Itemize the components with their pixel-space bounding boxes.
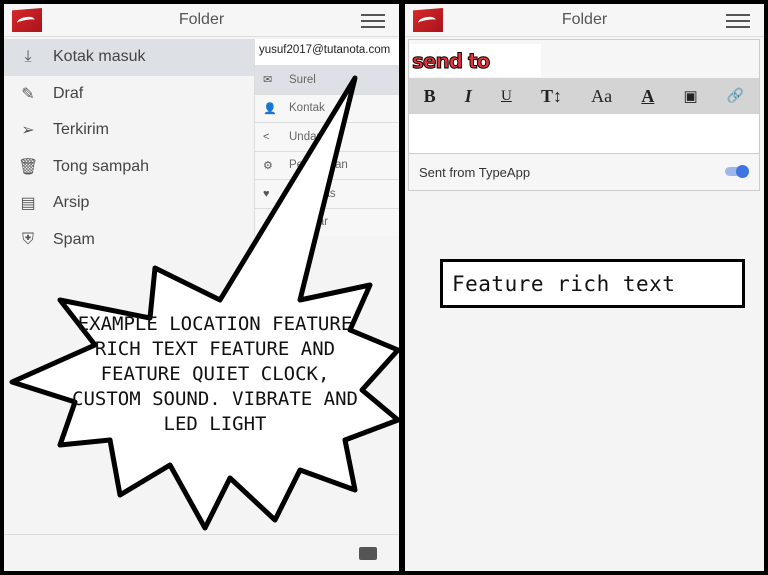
drawer-label: ar [289,216,328,229]
signature-toggle[interactable] [725,165,749,178]
inbox-icon: ⤓ [24,48,32,66]
nav-label: Kotak masuk [53,48,146,66]
archive-icon: ▤ [20,195,36,213]
drawer-item[interactable]: 👤 Kontak [255,93,399,123]
drawer-label: Surel [289,73,316,86]
format-button[interactable]: I [465,86,472,107]
caption-box: Feature rich text [440,259,745,308]
drawer-item[interactable]: ♥ itas [255,179,399,208]
format-button[interactable]: U [501,88,512,105]
trash-icon: 🗑 [18,158,39,176]
shield-icon: ⛨ [21,230,34,248]
format-button[interactable]: A [641,86,654,107]
contacts-icon: 👤 [263,102,277,115]
share-icon: < [263,130,270,143]
left-screen: Folder ⤓ Kotak masuk ✎ Draf ➢ Terkirim 🗑 Tong s… [4,4,399,571]
format-button[interactable]: ▣ [684,87,698,106]
bottom-bar [4,534,399,571]
top-bar: Folder [4,4,399,37]
to-field[interactable]: send to [409,40,759,78]
drawer-label: itas [289,187,336,200]
drawer-label: Pe an [289,159,348,172]
side-drawer: yusuf2017@tutanota.com ✉ Surel 👤 Kontak < Und… [254,39,399,236]
nav-item[interactable]: ➢ Terkirim [4,112,254,149]
mail-icon: ✉ [263,74,273,87]
message-body[interactable] [409,114,759,154]
drawer-item[interactable]: < Undan [255,122,399,151]
signature-label: Sent from TypeApp [419,164,531,180]
page-title: Folder [561,11,608,28]
top-bar: Folder [405,4,764,37]
format-button[interactable]: 🔗 [727,88,744,105]
format-button[interactable]: T↕ [541,86,562,107]
send-icon: ➢ [21,122,35,140]
nav-label: Tong sampah [53,157,150,175]
nav-item[interactable]: ✎ Draf [4,76,254,113]
menu-icon[interactable] [726,14,750,28]
format-button[interactable]: Aa [591,86,612,107]
settings-icon: ⚙ [263,159,273,172]
nav-item[interactable]: ▤ Arsip [4,185,254,222]
folder-icon[interactable] [359,547,377,560]
signature-row: Sent from TypeApp [409,154,759,190]
edit-icon: ✎ [21,85,35,103]
format-toolbar: B I U T↕ Aa A ▣ 🔗 [409,78,759,114]
nav-label: Arsip [53,194,90,212]
folder-list: ⤓ Kotak masuk ✎ Draf ➢ Terkirim 🗑 Tong sampah ▤ A… [4,39,254,258]
drawer-item[interactable]: ar [255,207,399,237]
format-button[interactable]: B [424,86,436,107]
page-title: Folder [178,11,225,28]
drawer-item[interactable]: ⚙ Pe an [255,150,399,180]
nav-item[interactable]: ⛨ Spam [4,222,254,259]
drawer-label: Kontak [289,102,325,115]
to-label: send to [410,44,541,77]
nav-item[interactable]: ⤓ Kotak masuk [4,39,254,76]
bubble-text: Example location feature rich text featu… [72,313,358,435]
drawer-item[interactable]: ✉ Surel [255,65,399,94]
heart-icon: ♥ [263,187,270,200]
menu-icon[interactable] [361,14,385,28]
nav-label: Spam [53,230,95,248]
nav-label: Terkirim [53,121,109,139]
nav-label: Draf [53,84,84,102]
drawer-label: Undan [289,130,323,143]
nav-item[interactable]: 🗑 Tong sampah [4,149,254,186]
compose-form: send to B I U T↕ Aa A ▣ 🔗 Sent from TypeApp [408,39,760,191]
account-email[interactable]: yusuf2017@tutanota.com [255,39,399,65]
